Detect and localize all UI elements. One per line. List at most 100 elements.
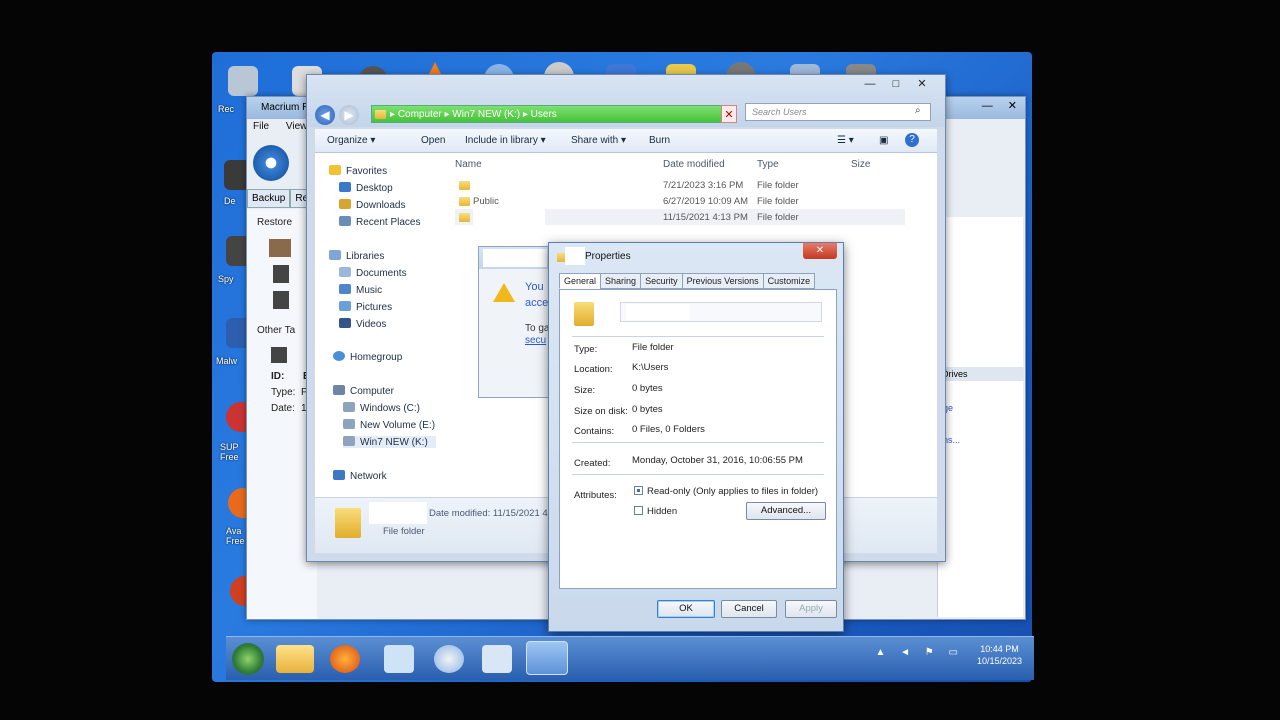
nav-network[interactable]: Network [333,470,387,482]
address-bar[interactable]: ▸ Computer ▸ Win7 NEW (K:) ▸ Users [371,105,737,123]
large-folder-icon [574,302,594,326]
advanced-button[interactable]: Advanced... [746,502,826,520]
nav-documents[interactable]: Documents [339,267,407,279]
tab-security[interactable]: Security [640,273,683,289]
size-label: Size: [574,385,596,396]
nav-downloads[interactable]: Downloads [339,199,405,211]
error-line2: acce [525,297,549,309]
macrium-window-buttons[interactable]: — ✕ [982,99,1017,112]
properties-dialog[interactable]: Properties ✕ General Sharing Security Previ… [548,242,844,632]
macrium-close-button[interactable]: ✕ [1008,100,1017,112]
macrium-menu-file[interactable]: File [253,121,269,132]
nav-pictures[interactable]: Pictures [339,301,392,313]
ok-button[interactable]: OK [657,600,715,618]
macrium-menu-view[interactable]: View [286,121,308,132]
breadcrumb-win7[interactable]: Win7 NEW (K:) [452,109,520,120]
paint-icon[interactable] [434,645,464,673]
clock[interactable]: 10:44 PM 10/15/2023 [977,643,1022,667]
tab-backup[interactable]: Backup [247,189,291,208]
nav-libraries[interactable]: Libraries [329,250,384,262]
table-row[interactable]: 11/15/2021 4:13 PM File folder [455,205,905,229]
tab-previous-versions[interactable]: Previous Versions [681,273,764,289]
back-arrow-icon[interactable]: ◀ [315,105,335,125]
size-on-disk-value: 0 bytes [632,404,663,415]
size-on-disk-label: Size on disk: [574,406,628,417]
column-size[interactable]: Size [851,159,870,170]
contains-label: Contains: [574,426,615,437]
drive-icon [343,436,355,446]
macrium-taskbar-icon[interactable] [526,641,568,675]
details-date-modified: Date modified: 11/15/2021 4:1 [429,508,556,519]
macrium-minimize-button[interactable]: — [982,100,993,112]
search-icon[interactable]: ⌕ [915,105,921,116]
firefox-icon[interactable] [330,645,360,673]
help-icon[interactable]: ? [905,133,919,147]
recycle-bin-icon[interactable] [228,66,258,96]
nav-favorites[interactable]: Favorites [329,165,387,177]
search-input[interactable]: Search Users [745,103,931,121]
desktop-label-malw: Malw [216,356,238,366]
explorer-taskbar-icon[interactable] [276,645,314,673]
close-button[interactable]: ✕ [803,243,837,259]
checkbox-partial-icon [634,486,643,495]
size-value: 0 bytes [632,383,663,394]
folder-icon [375,110,386,119]
row-type: File folder [757,212,799,223]
control-panel-icon[interactable] [482,645,512,673]
column-type[interactable]: Type [757,159,779,170]
table-row[interactable]: 7/21/2023 3:16 PM File folder [455,177,905,197]
breadcrumb-users[interactable]: Users [531,109,557,120]
burn-button[interactable]: Burn [649,135,670,146]
drives-dropdown[interactable]: Drives [938,367,1024,381]
nav-music[interactable]: Music [339,284,382,296]
disk-icon [273,291,289,309]
nav-homegroup[interactable]: Homegroup [333,351,402,363]
forward-arrow-icon[interactable]: ▶ [339,105,359,125]
nav-desktop[interactable]: Desktop [339,182,393,194]
properties-title: Properties [585,251,631,262]
notepad-icon[interactable] [384,645,414,673]
homegroup-icon [333,351,345,361]
column-name[interactable]: Name [455,159,482,170]
security-link[interactable]: secu [525,335,546,346]
open-button[interactable]: Open [421,135,445,146]
tab-customize[interactable]: Customize [762,273,816,289]
row-type: File folder [757,196,799,207]
explorer-toolbar: Organize ▾ Open Include in library ▾ Sha… [315,129,937,153]
cancel-button[interactable]: Cancel [721,600,777,618]
column-date-modified[interactable]: Date modified [663,159,725,170]
apply-button[interactable]: Apply [785,600,837,618]
created-value: Monday, October 31, 2016, 10:06:55 PM [632,455,803,466]
close-button[interactable]: ✕ [909,77,935,90]
nav-new-volume-e[interactable]: New Volume (E:) [343,419,435,431]
nav-computer[interactable]: Computer [333,385,394,397]
separator [572,336,824,337]
restore-label[interactable]: Restore [257,217,292,228]
nav-windows-c[interactable]: Windows (C:) [343,402,420,414]
redacted-folder-name [626,304,690,320]
tab-sharing[interactable]: Sharing [600,273,642,289]
minimize-button[interactable]: — [857,78,883,90]
nav-videos[interactable]: Videos [339,318,386,330]
view-options-icon[interactable]: ☰ ▾ [837,135,854,146]
include-library-button[interactable]: Include in library ▾ [465,135,546,146]
clock-time: 10:44 PM [980,644,1019,654]
nav-win7-new-k[interactable]: Win7 NEW (K:) [343,436,436,448]
tray-icons[interactable]: ▲ ◄ ⚑ ▭ [875,647,964,658]
breadcrumb-computer[interactable]: Computer [398,109,442,120]
address-clear-icon[interactable]: ✕ [721,105,737,123]
start-button-icon[interactable] [232,643,264,675]
maximize-button[interactable]: □ [883,78,909,90]
checkbox-empty-icon [634,506,643,515]
clock-date: 10/15/2023 [976,656,1022,666]
properties-tabs: General Sharing Security Previous Versions C… [559,273,816,289]
other-tasks-label[interactable]: Other Ta [257,325,295,336]
row-date: 11/15/2021 4:13 PM [663,212,748,223]
tab-general[interactable]: General [559,273,602,289]
nav-recent-places[interactable]: Recent Places [339,216,420,228]
organize-button[interactable]: Organize ▾ [327,135,375,146]
preview-pane-icon[interactable]: ▣ [879,135,888,146]
readonly-checkbox[interactable]: Read-only (Only applies to files in fold… [634,486,818,497]
hidden-checkbox[interactable]: Hidden [634,506,677,517]
share-with-button[interactable]: Share with ▾ [571,135,626,146]
